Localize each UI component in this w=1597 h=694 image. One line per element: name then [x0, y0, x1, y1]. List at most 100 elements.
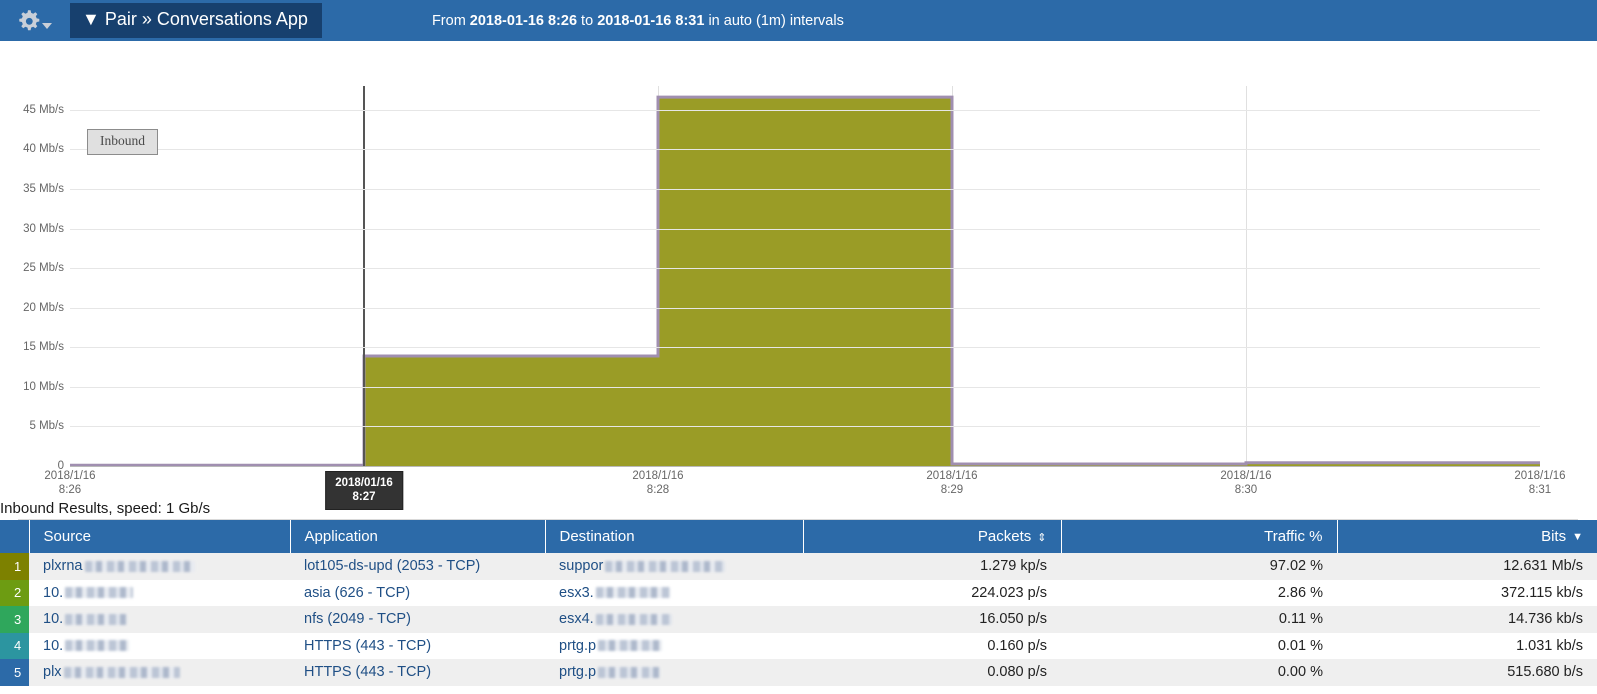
cell-packets: 16.050 p/s — [803, 606, 1061, 633]
cell-source[interactable]: plx — [29, 659, 290, 686]
redacted-text — [595, 613, 672, 625]
redacted-text — [65, 640, 130, 652]
cell-destination-text: esx4. — [559, 611, 594, 628]
y-axis-tick-label: 30 Mb/s — [23, 222, 64, 235]
redacted-text — [65, 587, 134, 599]
cell-application[interactable]: lot105-ds-upd (2053 - TCP) — [290, 553, 545, 580]
cell-application[interactable]: HTTPS (443 - TCP) — [290, 632, 545, 659]
area-fill — [70, 97, 1540, 466]
cell-source[interactable]: plxrna — [29, 553, 290, 580]
table-row[interactable]: 2 10. asia (626 - TCP) esx3. 224.023 p/s 2.86… — [0, 579, 1597, 606]
x-tick-date: 2018/1/16 — [1220, 470, 1272, 482]
column-header-bits[interactable]: Bits ▼ — [1337, 520, 1597, 553]
cell-source-text: 10. — [43, 637, 64, 654]
cell-destination[interactable]: prtg.p — [545, 632, 803, 659]
cell-bits: 12.631 Mb/s — [1337, 553, 1597, 580]
gridline-y — [70, 149, 1540, 151]
gridline-y — [70, 228, 1540, 230]
y-axis-tick-label: 10 Mb/s — [23, 380, 64, 393]
sort-both-icon[interactable]: ⇕ — [1037, 531, 1046, 544]
redacted-text — [598, 640, 663, 652]
cell-destination[interactable]: suppor — [545, 553, 803, 580]
x-axis-tick-label: 2018/1/16 8:31 — [1514, 469, 1565, 497]
y-axis-tick-label: 5 Mb/s — [29, 420, 64, 433]
page-title-pill[interactable]: ▼ Pair » Conversations App — [70, 3, 322, 38]
cell-traffic-percent: 0.11 % — [1061, 606, 1337, 633]
table-row[interactable]: 1 plxrna lot105-ds-upd (2053 - TCP) suppor 1… — [0, 553, 1597, 580]
gridline-y — [70, 426, 1540, 428]
cell-bits: 1.031 kb/s — [1337, 632, 1597, 659]
column-header-packets[interactable]: Packets ⇕ — [803, 520, 1062, 553]
column-header-rank — [0, 520, 30, 553]
table-row[interactable]: 3 10. nfs (2049 - TCP) esx4. 16.050 p/s 0.11 … — [0, 606, 1597, 633]
cell-application[interactable]: asia (626 - TCP) — [290, 579, 545, 606]
cell-destination-text: prtg.p — [559, 637, 597, 654]
results-caption: Inbound Results, speed: 1 Gb/s — [0, 500, 211, 517]
conversations-results-table[interactable]: Source Application Destination Packets ⇕ … — [0, 520, 1597, 686]
column-header-source[interactable]: Source — [29, 520, 291, 553]
cell-traffic-percent: 0.00 % — [1061, 659, 1337, 686]
x-axis-tick-label: 2018/1/16 8:28 — [632, 469, 683, 497]
column-header-application[interactable]: Application — [290, 520, 546, 553]
cell-application[interactable]: nfs (2049 - TCP) — [290, 606, 545, 633]
x-tick-time: 8:28 — [646, 484, 670, 496]
cell-destination[interactable]: esx3. — [545, 579, 803, 606]
cell-source-text: 10. — [43, 584, 64, 601]
column-header-traffic-pct[interactable]: Traffic % — [1061, 520, 1338, 553]
cell-packets: 0.160 p/s — [803, 632, 1061, 659]
cell-destination[interactable]: prtg.p — [545, 659, 803, 686]
cell-destination[interactable]: esx4. — [545, 606, 803, 633]
top-header-bar: ▼ Pair » Conversations App From 2018-01-… — [0, 0, 1597, 41]
y-axis-tick-label: 45 Mb/s — [23, 103, 64, 116]
cell-bits: 515.680 b/s — [1337, 659, 1597, 686]
x-tick-time: 8:31 — [1528, 484, 1552, 496]
gridline-y — [70, 466, 1540, 467]
x-tick-time: 8:26 — [58, 484, 82, 496]
row-rank-badge: 2 — [0, 579, 29, 606]
column-header-bits-label: Bits — [1541, 528, 1567, 545]
chevron-down-icon — [42, 22, 52, 29]
row-rank-badge: 3 — [0, 606, 29, 633]
y-axis-tick-label: 35 Mb/s — [23, 182, 64, 195]
row-rank-badge: 1 — [0, 553, 29, 580]
settings-menu-button[interactable] — [0, 0, 70, 41]
table-header-row: Source Application Destination Packets ⇕ … — [0, 520, 1597, 553]
cell-packets: 0.080 p/s — [803, 659, 1061, 686]
inbound-traffic-chart[interactable]: 05 Mb/s 10 Mb/s 15 Mb/s 20 Mb/s 25 Mb/s 30 Mb… — [0, 41, 1597, 520]
gridline-y — [70, 109, 1540, 111]
table-row[interactable]: 5 plx HTTPS (443 - TCP) prtg.p 0.080 p/s 0.00… — [0, 659, 1597, 686]
x-tick-date: 2018/01/16 — [335, 477, 393, 489]
cell-source-text: 10. — [43, 611, 64, 628]
cell-application[interactable]: HTTPS (443 - TCP) — [290, 659, 545, 686]
gridline-y — [70, 347, 1540, 349]
cell-traffic-percent: 97.02 % — [1061, 553, 1337, 580]
x-tick-time: 8:30 — [1234, 484, 1258, 496]
gridline-y — [70, 188, 1540, 190]
cell-source[interactable]: 10. — [29, 579, 290, 606]
redacted-text — [63, 666, 180, 678]
time-range-to: 2018-01-16 8:31 — [597, 12, 705, 29]
y-axis-tick-label: 25 Mb/s — [23, 262, 64, 275]
chart-legend-inbound[interactable]: Inbound — [87, 129, 158, 155]
x-axis-tick-label-highlighted[interactable]: 2018/01/16 8:27 — [325, 471, 403, 510]
table-body: 1 plxrna lot105-ds-upd (2053 - TCP) suppor 1… — [0, 553, 1597, 686]
cell-destination-text: esx3. — [559, 584, 594, 601]
cell-source[interactable]: 10. — [29, 632, 290, 659]
x-axis-tick-label: 2018/1/16 8:26 — [44, 469, 95, 497]
cell-destination-text: prtg.p — [559, 664, 597, 681]
cell-source[interactable]: 10. — [29, 606, 290, 633]
sort-desc-icon[interactable]: ▼ — [1572, 531, 1583, 543]
column-header-packets-label: Packets — [977, 528, 1032, 545]
cell-traffic-percent: 2.86 % — [1061, 579, 1337, 606]
y-axis-tick-labels: 05 Mb/s 10 Mb/s 15 Mb/s 20 Mb/s 25 Mb/s 30 Mb… — [0, 86, 64, 472]
time-range-mid: to — [577, 12, 598, 29]
table-row[interactable]: 4 10. HTTPS (443 - TCP) prtg.p 0.160 p/s 0.01… — [0, 632, 1597, 659]
x-tick-date: 2018/1/16 — [632, 470, 684, 482]
time-range-label: From 2018-01-16 8:26 to 2018-01-16 8:31 … — [432, 13, 844, 29]
column-header-destination[interactable]: Destination — [545, 520, 804, 553]
cell-bits: 372.115 kb/s — [1337, 579, 1597, 606]
chart-plot-area[interactable] — [70, 86, 1540, 467]
row-rank-badge: 5 — [0, 659, 29, 686]
time-range-from: 2018-01-16 8:26 — [469, 12, 578, 29]
cell-source-text: plx — [43, 664, 62, 681]
